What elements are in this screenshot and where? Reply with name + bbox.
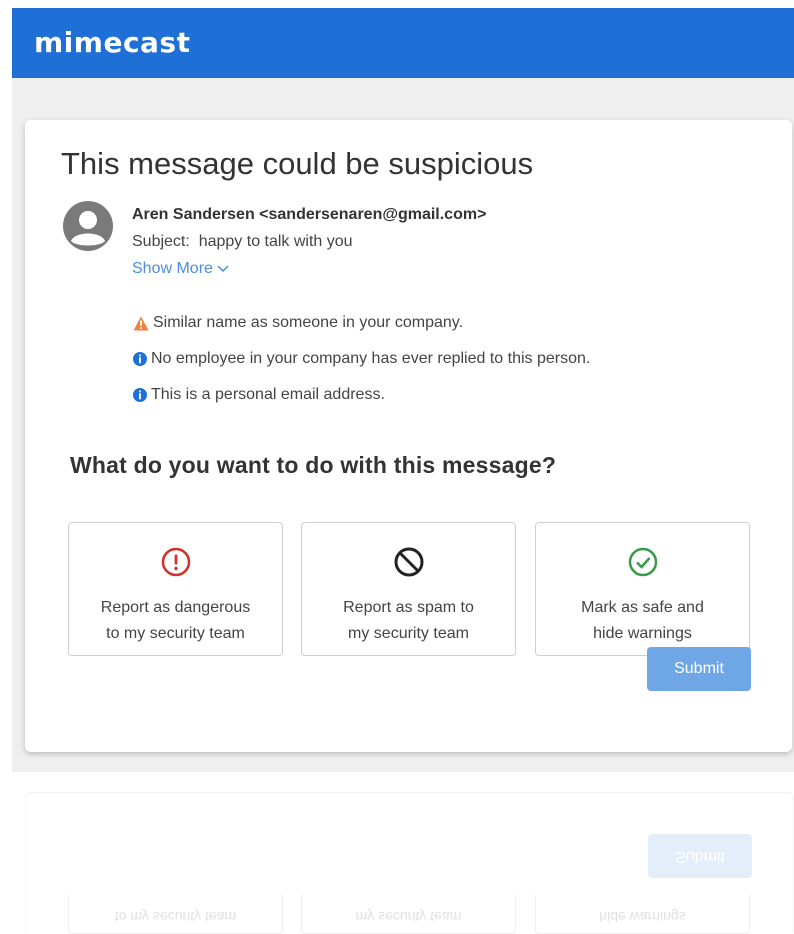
reflection-option: my security team (301, 894, 516, 934)
exclamation-circle-icon (161, 547, 190, 577)
action-question: What do you want to do with this message… (70, 452, 557, 478)
warning-list: Similar name as someone in your company.… (133, 310, 590, 418)
reflection-overlay: Submit to my security team my security t… (0, 772, 794, 934)
report-spam-option[interactable]: Report as spam to my security team (301, 522, 516, 656)
info-circle-icon (133, 352, 147, 366)
warning-item: Similar name as someone in your company. (133, 310, 590, 336)
warning-text: Similar name as someone in your company. (153, 314, 464, 331)
reflection-option: hide warnings (535, 894, 750, 934)
mimecast-logo: mimecast (34, 26, 191, 59)
option-label: Report as spam to my security team (308, 595, 509, 647)
report-dangerous-option[interactable]: Report as dangerous to my security team (68, 522, 283, 656)
user-avatar-icon (63, 201, 113, 251)
check-circle-icon (628, 547, 657, 577)
sender-address: Aren Sandersen <sandersenaren@gmail.com> (132, 206, 487, 223)
warning-item: This is a personal email address. (133, 382, 590, 408)
option-label: Mark as safe and hide warnings (542, 595, 743, 647)
option-label: Report as dangerous to my security team (75, 595, 276, 647)
subject-label: Subject: (132, 233, 190, 250)
top-bar: mimecast (12, 8, 794, 78)
show-more-label: Show More (132, 260, 213, 277)
suspicious-message-card: This message could be suspicious Aren Sa… (25, 120, 792, 752)
block-icon (394, 547, 423, 577)
option-label-line: my security team (348, 625, 469, 642)
option-label-line: Report as dangerous (100, 599, 251, 616)
option-label-line: to my security team (106, 625, 245, 642)
warning-triangle-icon (133, 316, 149, 330)
reflection-option: to my security team (68, 894, 283, 934)
warning-text: No employee in your company has ever rep… (151, 350, 591, 367)
option-label-line: Mark as safe and (581, 599, 704, 616)
show-more-link[interactable]: Show More (132, 260, 229, 278)
warning-text: This is a personal email address. (151, 386, 385, 403)
warning-item: No employee in your company has ever rep… (133, 346, 590, 372)
reflection-submit: Submit (648, 834, 752, 878)
info-circle-icon (133, 388, 147, 402)
subject-text: happy to talk with you (198, 233, 353, 250)
mark-safe-option[interactable]: Mark as safe and hide warnings (535, 522, 750, 656)
submit-button[interactable]: Submit (647, 647, 751, 691)
subject-line: Subject: happy to talk with you (132, 233, 486, 251)
page-title: This message could be suspicious (61, 146, 534, 181)
sender-info: Aren Sandersen <sandersenaren@gmail.com>… (132, 206, 486, 278)
option-label-line: Report as spam to (343, 599, 474, 616)
chevron-down-icon (217, 265, 229, 273)
option-label-line: hide warnings (593, 625, 692, 642)
